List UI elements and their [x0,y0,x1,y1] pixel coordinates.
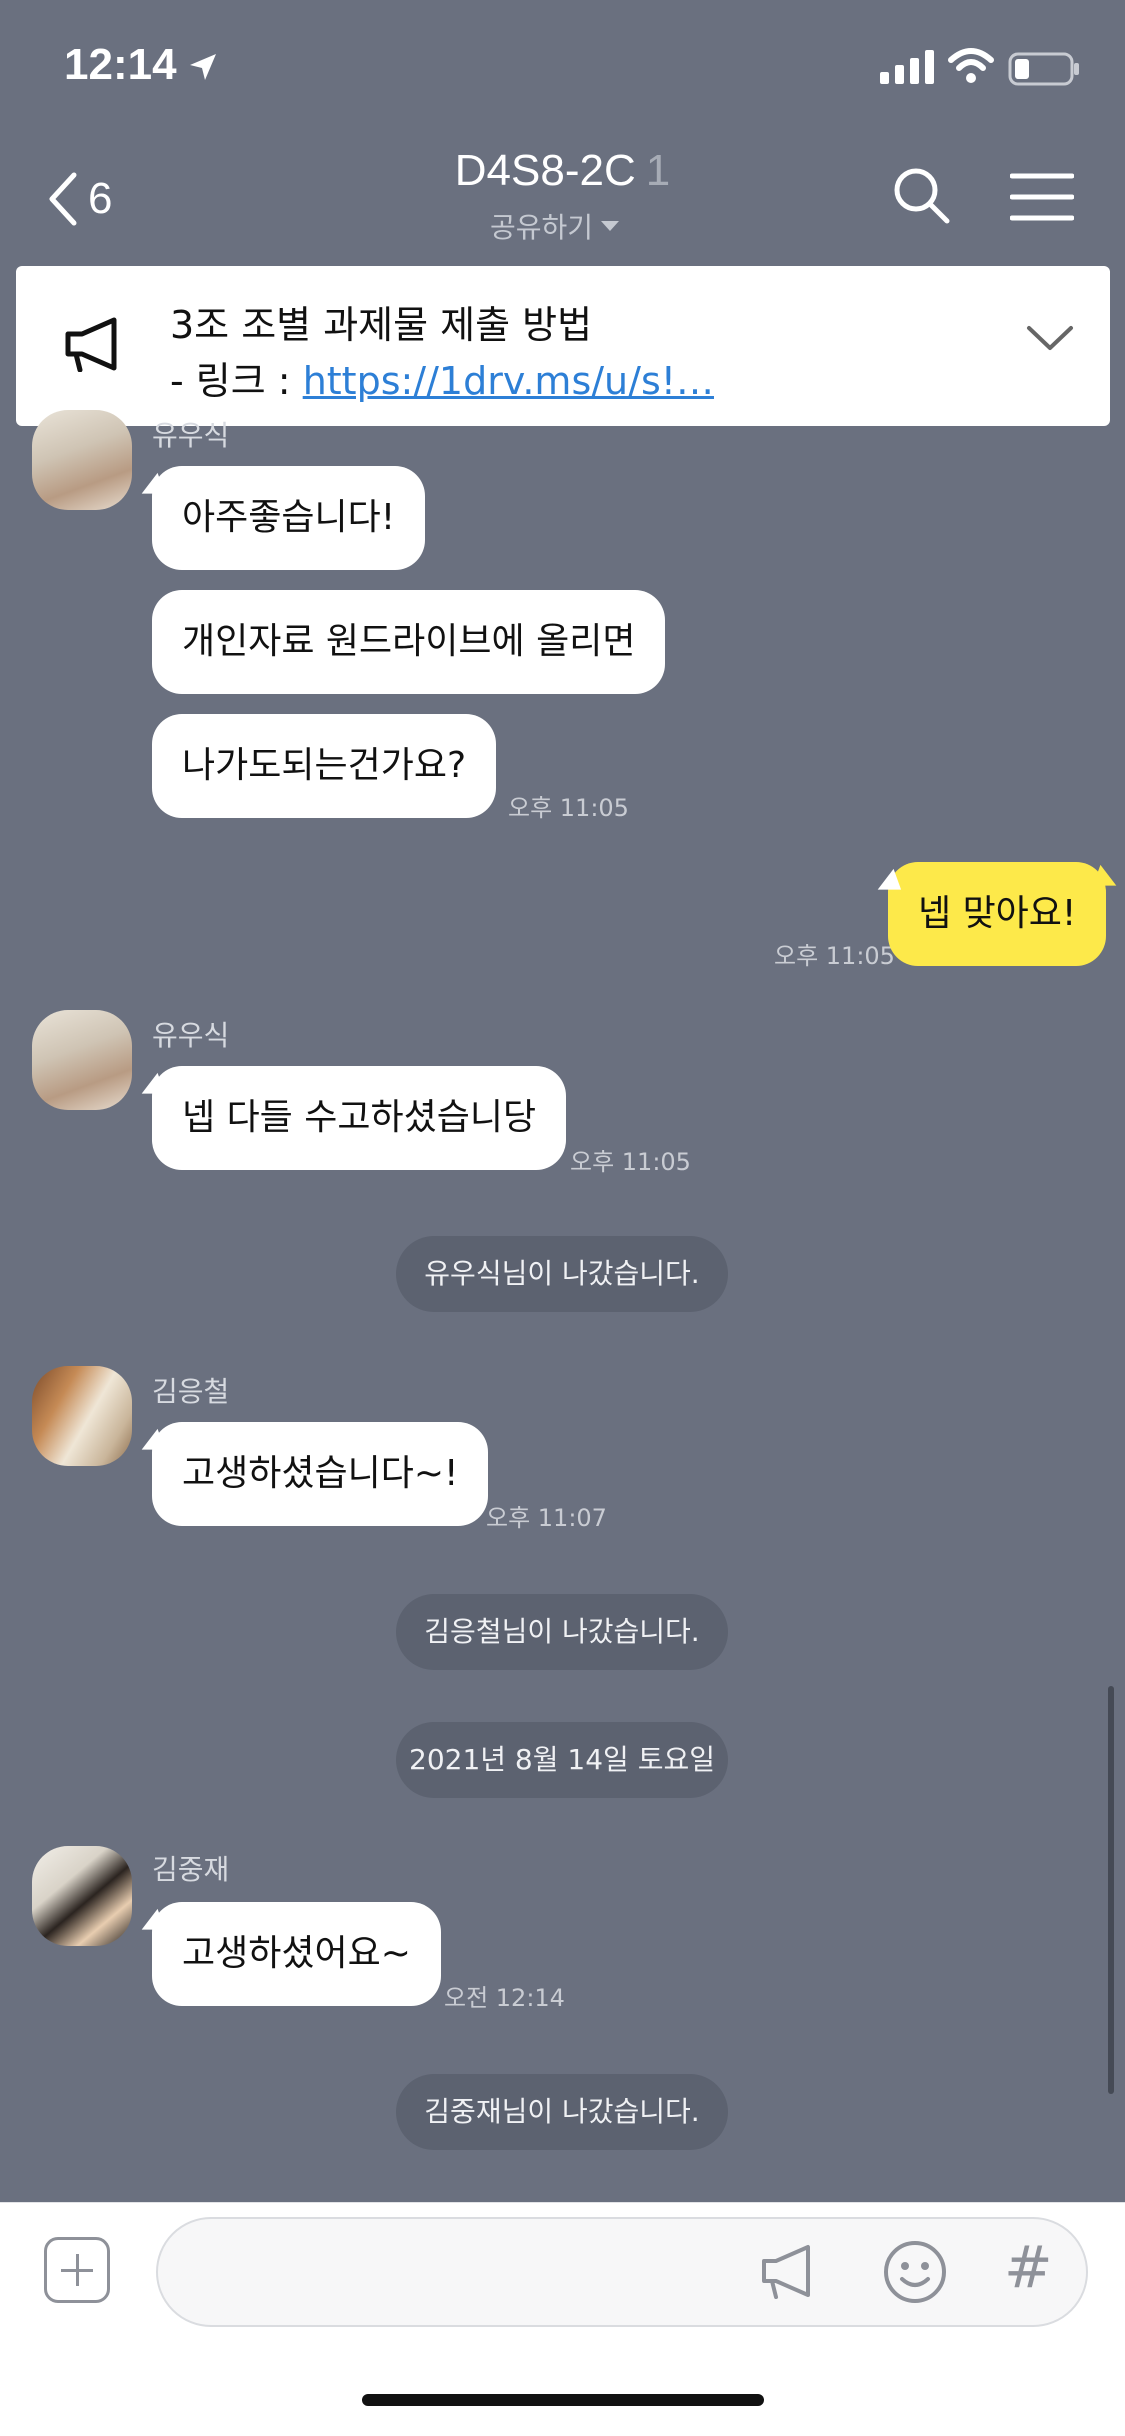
room-name: D4S8-2C [454,146,636,195]
hashtag-icon[interactable]: # [1004,2233,1053,2301]
message-bubble[interactable]: 나가도되는건가요? [152,714,497,818]
message-input[interactable] [156,2217,1088,2327]
avatar[interactable] [32,1010,132,1110]
chat-room-title: D4S8-2C 1 [0,146,1125,196]
share-label: 공유하기 [490,211,594,244]
message-bubble[interactable]: 넵 다들 수고하셨습니당 [152,1066,567,1170]
message-timestamp: 오후 11:05 [774,942,895,970]
scrollbar[interactable] [1108,1686,1114,2094]
home-indicator[interactable] [362,2394,764,2406]
system-message: 유우식님이 나갔습니다. [396,1236,728,1312]
megaphone-icon [65,317,117,372]
message-bubble[interactable]: 고생하셨어요~ [152,1902,441,2006]
message-bubble[interactable]: 개인자료 원드라이브에 올리면 [152,590,666,694]
notice-link-row: - 링크 : https://1drv.ms/u/s!… [170,350,714,405]
battery-icon [1008,52,1079,86]
location-arrow-icon [190,54,216,80]
emoji-icon[interactable] [882,2239,948,2305]
date-divider: 2021년 8월 14일 토요일 [396,1722,728,1798]
status-time: 12:14 [64,40,177,89]
cellular-signal-icon [880,50,934,84]
member-count: 1 [645,146,671,195]
message-timestamp: 오전 12:14 [444,1984,565,2012]
caret-down-icon [601,221,620,231]
message-bubble[interactable]: 아주좋습니다! [152,466,426,570]
system-message: 김응철님이 나갔습니다. [396,1594,728,1670]
sender-name: 김응철 [152,1375,230,1408]
avatar[interactable] [32,1366,132,1466]
megaphone-icon[interactable] [758,2241,820,2303]
search-icon[interactable] [892,166,952,226]
message-timestamp: 오후 11:05 [508,794,629,822]
avatar[interactable] [32,410,132,510]
system-message: 김중재님이 나갔습니다. [396,2074,728,2150]
pinned-notice[interactable]: 3조 조별 과제물 제출 방법 - 링크 : https://1drv.ms/u… [16,266,1110,426]
avatar[interactable] [32,1846,132,1946]
notice-link[interactable]: https://1drv.ms/u/s!… [303,359,714,403]
sender-name: 김중재 [152,1853,230,1886]
message-timestamp: 오후 11:05 [570,1148,691,1176]
status-bar: 12:14 [0,0,1125,130]
notice-title: 3조 조별 과제물 제출 방법 [170,303,593,347]
sender-name: 유우식 [152,1019,230,1052]
notice-link-prefix: - 링크 : [170,359,303,403]
message-timestamp: 오후 11:07 [486,1504,607,1532]
sender-name: 유우식 [152,419,230,452]
message-bubble[interactable]: 고생하셨습니다~! [152,1422,489,1526]
hamburger-menu-icon[interactable] [1010,172,1074,222]
share-button[interactable]: 공유하기 [490,206,620,246]
attach-plus-button[interactable] [44,2237,110,2303]
my-message-bubble[interactable]: 넵 맞아요! [888,862,1107,966]
chevron-down-icon[interactable] [1026,324,1074,352]
wifi-icon [948,48,994,83]
